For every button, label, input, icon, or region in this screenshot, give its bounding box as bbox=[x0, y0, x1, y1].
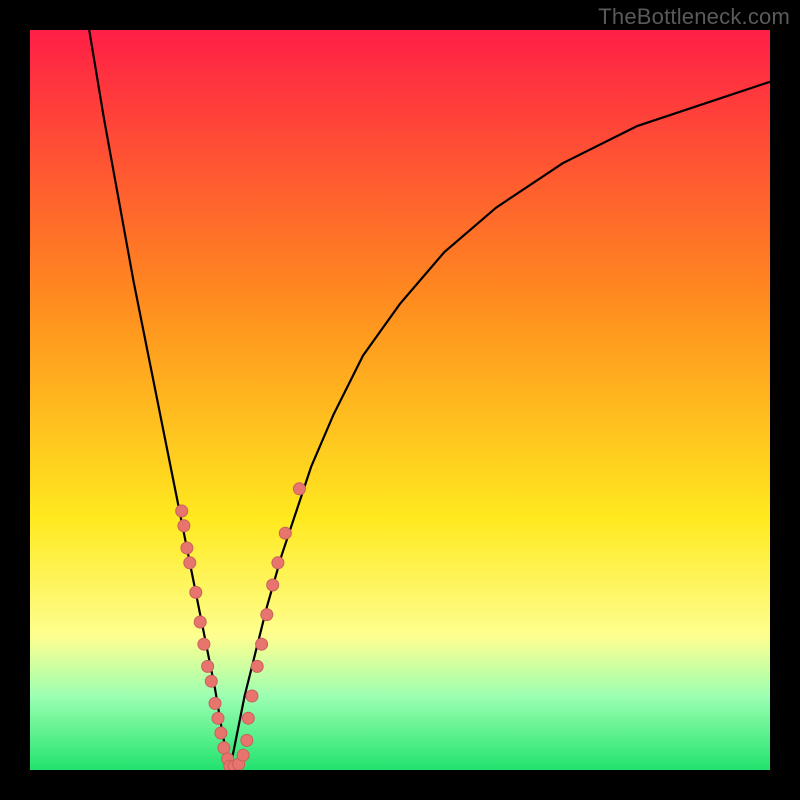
data-dot bbox=[198, 638, 210, 650]
data-dot bbox=[176, 505, 188, 517]
data-dot bbox=[272, 557, 284, 569]
data-dot bbox=[279, 527, 291, 539]
data-dot bbox=[246, 690, 258, 702]
data-dot bbox=[184, 557, 196, 569]
data-dot bbox=[251, 660, 263, 672]
data-dot bbox=[205, 675, 217, 687]
data-dot bbox=[218, 742, 230, 754]
data-dot bbox=[261, 609, 273, 621]
left-branch-curve bbox=[89, 30, 230, 770]
data-dot bbox=[267, 579, 279, 591]
data-dot bbox=[202, 660, 214, 672]
data-dot bbox=[190, 586, 202, 598]
chart-frame: TheBottleneck.com bbox=[0, 0, 800, 800]
data-dot bbox=[237, 749, 249, 761]
plot-area bbox=[30, 30, 770, 770]
data-dot bbox=[194, 616, 206, 628]
data-dots bbox=[176, 483, 306, 770]
data-dot bbox=[178, 520, 190, 532]
curves-layer bbox=[30, 30, 770, 770]
right-branch-curve bbox=[230, 82, 770, 770]
data-dot bbox=[256, 638, 268, 650]
watermark-text: TheBottleneck.com bbox=[598, 4, 790, 30]
data-dot bbox=[181, 542, 193, 554]
data-dot bbox=[241, 734, 253, 746]
data-dot bbox=[242, 712, 254, 724]
data-dot bbox=[212, 712, 224, 724]
data-dot bbox=[293, 483, 305, 495]
data-dot bbox=[215, 727, 227, 739]
data-dot bbox=[209, 697, 221, 709]
